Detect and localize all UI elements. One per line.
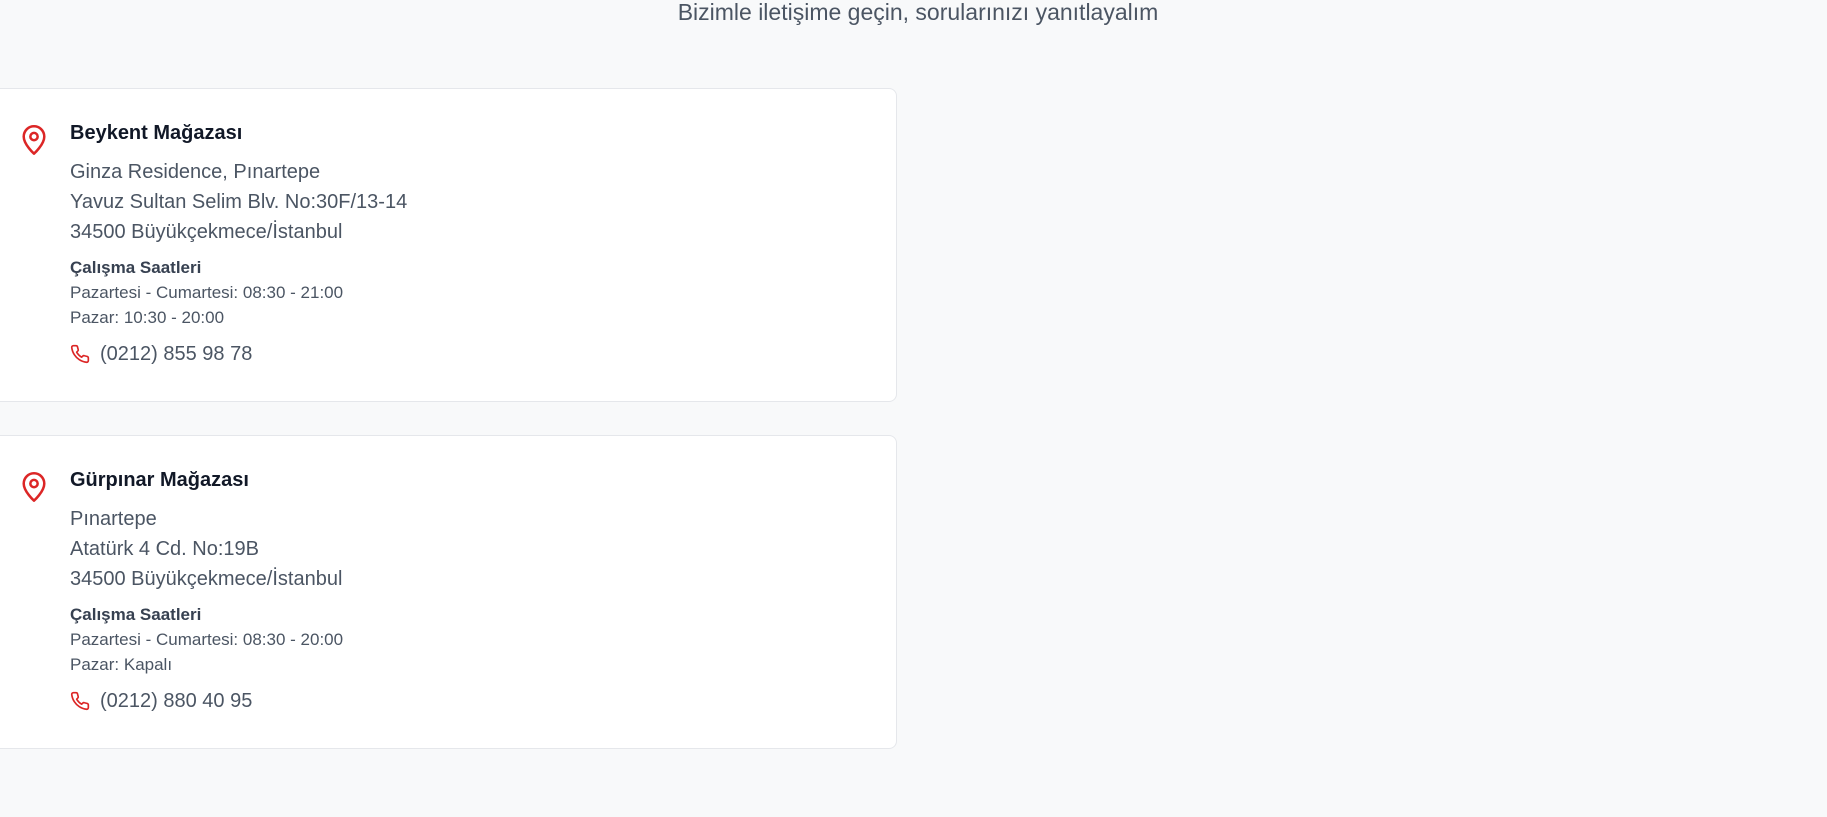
working-hours-line: Pazartesi - Cumartesi: 08:30 - 20:00 [70, 630, 344, 649]
working-hours-title: Çalışma Saatleri [70, 258, 202, 277]
working-hours-title: Çalışma Saatleri [70, 605, 202, 624]
address-line: 34500 Büyükçekmece/İstanbul [70, 568, 343, 590]
map-pin-icon [20, 471, 48, 503]
store-card-beykent: Beykent Mağazası Ginza Residence, Pınart… [0, 88, 897, 402]
address-line: Yavuz Sultan Selim Blv. No:30F/13-14 [70, 191, 408, 213]
phone-icon [70, 691, 90, 711]
store-name: Beykent Mağazası [70, 122, 243, 144]
address-line: Pınartepe [70, 508, 157, 530]
map-pin-icon [20, 124, 48, 156]
store-card-gurpinar: Gürpınar Mağazası Pınartepe Atatürk 4 Cd… [0, 435, 897, 749]
address-line: Ginza Residence, Pınartepe [70, 161, 321, 183]
phone-icon [70, 344, 90, 364]
phone-link[interactable]: (0212) 880 40 95 [70, 687, 343, 715]
phone-number[interactable]: (0212) 855 98 78 [100, 340, 252, 368]
address-line: Atatürk 4 Cd. No:19B [70, 538, 259, 560]
working-hours-line: Pazartesi - Cumartesi: 08:30 - 21:00 [70, 283, 344, 302]
page-subtitle: Bizimle iletişime geçin, sorularınızı ya… [677, 0, 1159, 25]
store-name: Gürpınar Mağazası [70, 469, 249, 491]
working-hours: Çalışma Saatleri Pazartesi - Cumartesi: … [70, 255, 407, 330]
phone-number[interactable]: (0212) 880 40 95 [100, 687, 252, 715]
working-hours-line: Pazar: Kapalı [70, 655, 173, 674]
address-line: 34500 Büyükçekmece/İstanbul [70, 221, 343, 243]
working-hours: Çalışma Saatleri Pazartesi - Cumartesi: … [70, 602, 343, 677]
phone-link[interactable]: (0212) 855 98 78 [70, 340, 407, 368]
working-hours-line: Pazar: 10:30 - 20:00 [70, 308, 225, 327]
